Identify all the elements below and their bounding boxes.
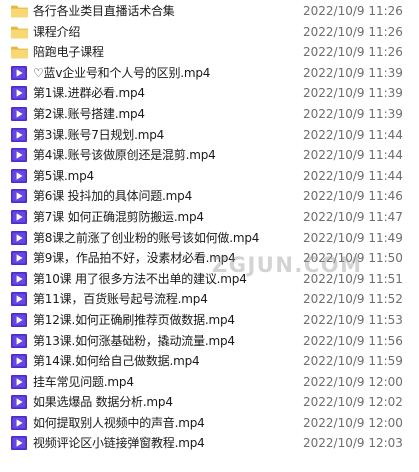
file-name: 第6课 投抖加的具体问题.mp4 — [33, 189, 193, 204]
file-name: 如果选爆品 数据分析.mp4 — [33, 395, 173, 410]
folder-icon — [10, 44, 29, 60]
file-row[interactable]: 第9课，作品拍不好，没素材必看.mp4 2022/10/9 11:50 — [0, 248, 419, 269]
file-date: 2022/10/9 12:03 — [303, 436, 403, 451]
file-name: 第12课.如何正确刷推荐页做数据.mp4 — [33, 312, 235, 327]
file-name: 如何提取别人视频中的声音.mp4 — [33, 415, 205, 430]
file-date: 2022/10/9 12:00 — [303, 374, 403, 389]
video-file-icon — [10, 312, 29, 328]
file-name: 各行各业类目直播话术合集 — [33, 4, 175, 18]
video-file-icon — [10, 353, 29, 369]
video-file-icon — [10, 291, 29, 307]
file-row[interactable]: 各行各业类目直播话术合集 2022/10/9 11:26 — [0, 1, 419, 22]
video-file-icon — [10, 394, 29, 410]
file-name: 视频评论区小链接弹窗教程.mp4 — [33, 436, 205, 451]
file-date: 2022/10/9 11:52 — [303, 292, 403, 307]
file-name: ♡蓝v企业号和个人号的区别.mp4 — [33, 65, 211, 80]
file-name: 第13课.如何涨基础粉，撬动流量.mp4 — [33, 333, 235, 348]
file-name: 陪跑电子课程 — [33, 45, 104, 60]
video-file-icon — [10, 415, 29, 431]
file-name: 第2课.账号搭建.mp4 — [33, 106, 145, 121]
file-row[interactable]: 第1课.进群必看.mp4 2022/10/9 11:39 — [0, 83, 419, 104]
video-file-icon — [10, 230, 29, 246]
file-row[interactable]: 如何提取别人视频中的声音.mp4 2022/10/9 12:00 — [0, 413, 419, 434]
file-row[interactable]: 第7课 如何正确混剪防搬运.mp4 2022/10/9 11:47 — [0, 207, 419, 228]
file-name: 第14课.如何给自己做数据.mp4 — [33, 354, 200, 369]
file-row[interactable]: 视频评论区小链接弹窗教程.mp4 2022/10/9 12:03 — [0, 433, 419, 454]
video-file-icon — [10, 209, 29, 225]
video-file-icon — [10, 85, 29, 101]
file-row[interactable]: 如果选爆品 数据分析.mp4 2022/10/9 12:02 — [0, 392, 419, 413]
file-name: 第5课.mp4 — [33, 168, 94, 183]
file-row[interactable]: 第8课之前涨了创业粉的账号该如何做.mp4 2022/10/9 11:49 — [0, 228, 419, 249]
file-date: 2022/10/9 11:26 — [303, 45, 403, 60]
file-date: 2022/10/9 11:56 — [303, 333, 403, 348]
folder-icon — [10, 24, 29, 40]
file-row[interactable]: 挂车常见问题.mp4 2022/10/9 12:00 — [0, 372, 419, 393]
video-file-icon — [10, 333, 29, 349]
file-date: 2022/10/9 11:39 — [303, 106, 403, 121]
file-row[interactable]: 第2课.账号搭建.mp4 2022/10/9 11:39 — [0, 104, 419, 125]
file-date: 2022/10/9 11:44 — [303, 168, 403, 183]
file-date: 2022/10/9 11:51 — [303, 271, 403, 286]
video-file-icon — [10, 168, 29, 184]
file-date: 2022/10/9 12:00 — [303, 415, 403, 430]
file-date: 2022/10/9 11:47 — [303, 209, 403, 224]
file-date: 2022/10/9 11:46 — [303, 189, 403, 204]
video-file-icon — [10, 271, 29, 287]
file-row[interactable]: 陪跑电子课程 2022/10/9 11:26 — [0, 42, 419, 63]
file-name: 第10课 用了很多方法不出单的建议.mp4 — [33, 271, 247, 286]
video-file-icon — [10, 65, 29, 81]
file-name: 第4课.账号该做原创还是混剪.mp4 — [33, 148, 216, 163]
file-date: 2022/10/9 11:26 — [303, 24, 403, 39]
video-file-icon — [10, 250, 29, 266]
video-file-icon — [10, 374, 29, 390]
file-row[interactable]: 第12课.如何正确刷推荐页做数据.mp4 2022/10/9 11:53 — [0, 310, 419, 331]
file-date: 2022/10/9 11:26 — [303, 4, 403, 18]
file-date: 2022/10/9 11:39 — [303, 65, 403, 80]
file-name: 第7课 如何正确混剪防搬运.mp4 — [33, 209, 204, 224]
file-row[interactable]: 第4课.账号该做原创还是混剪.mp4 2022/10/9 11:44 — [0, 145, 419, 166]
video-file-icon — [10, 127, 29, 143]
video-file-icon — [10, 106, 29, 122]
file-row[interactable]: ♡蓝v企业号和个人号的区别.mp4 2022/10/9 11:39 — [0, 63, 419, 84]
file-name: 课程介绍 — [33, 24, 81, 39]
folder-icon — [10, 3, 29, 19]
video-file-icon — [10, 188, 29, 204]
file-row[interactable]: 第11课，百货账号起号流程.mp4 2022/10/9 11:52 — [0, 289, 419, 310]
file-row[interactable]: 第13课.如何涨基础粉，撬动流量.mp4 2022/10/9 11:56 — [0, 331, 419, 352]
file-date: 2022/10/9 11:50 — [303, 251, 403, 266]
file-row[interactable]: 第5课.mp4 2022/10/9 11:44 — [0, 166, 419, 187]
file-name: 第8课之前涨了创业粉的账号该如何做.mp4 — [33, 230, 260, 245]
file-date: 2022/10/9 11:53 — [303, 312, 403, 327]
file-row[interactable]: 第6课 投抖加的具体问题.mp4 2022/10/9 11:46 — [0, 186, 419, 207]
file-date: 2022/10/9 12:02 — [303, 395, 403, 410]
video-file-icon — [10, 435, 29, 451]
file-row[interactable]: 第10课 用了很多方法不出单的建议.mp4 2022/10/9 11:51 — [0, 269, 419, 290]
file-name: 挂车常见问题.mp4 — [33, 374, 134, 389]
file-date: 2022/10/9 11:44 — [303, 127, 403, 142]
file-name: 第1课.进群必看.mp4 — [33, 86, 145, 101]
file-row[interactable]: 第3课.账号7日规划.mp4 2022/10/9 11:44 — [0, 125, 419, 146]
file-date: 2022/10/9 11:59 — [303, 354, 403, 369]
file-date: 2022/10/9 11:44 — [303, 148, 403, 163]
file-row[interactable]: 课程介绍 2022/10/9 11:26 — [0, 22, 419, 43]
file-name: 第9课，作品拍不好，没素材必看.mp4 — [33, 251, 236, 266]
file-date: 2022/10/9 11:39 — [303, 86, 403, 101]
file-date: 2022/10/9 11:49 — [303, 230, 403, 245]
file-list: 各行各业类目直播话术合集 2022/10/9 11:26 课程介绍 2022/10/9… — [0, 1, 419, 454]
file-row[interactable]: 第14课.如何给自己做数据.mp4 2022/10/9 11:59 — [0, 351, 419, 372]
file-name: 第11课，百货账号起号流程.mp4 — [33, 292, 208, 307]
video-file-icon — [10, 147, 29, 163]
file-name: 第3课.账号7日规划.mp4 — [33, 127, 165, 142]
